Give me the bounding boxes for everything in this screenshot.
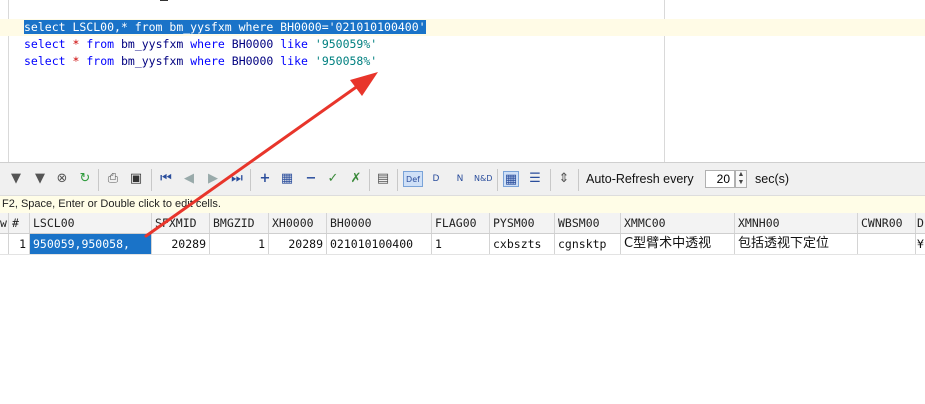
sql-token: select LSCL00,* from bm_yysfxm where BH0… (24, 20, 426, 34)
null-value-icon[interactable]: N (452, 171, 468, 187)
toolbar-separator (497, 169, 498, 191)
default-alt-icon[interactable]: D (428, 171, 444, 187)
column-header-xmmc00[interactable]: XMMC00 (621, 213, 735, 233)
grid-header-row: w # LSCL00 SFXMID BMGZID XH0000 BH0000 F… (0, 213, 925, 234)
sql-token: where (190, 54, 225, 68)
column-header-sfxmid[interactable]: SFXMID (152, 213, 210, 233)
column-header-flag00[interactable]: FLAG00 (432, 213, 490, 233)
sql-token: bm_yysfxm (114, 37, 191, 51)
column-header-xmnh00[interactable]: XMNH00 (735, 213, 858, 233)
cell-cwnr00[interactable] (858, 234, 916, 254)
sql-token: from (86, 54, 115, 68)
sql-token: like (280, 54, 308, 68)
cell-xmmc00[interactable]: C型臂术中透视 (621, 234, 735, 254)
auto-refresh-interval-input[interactable]: 20 (705, 170, 735, 188)
next-record-icon[interactable]: ▶ (205, 171, 221, 187)
toolbar-separator (151, 169, 152, 191)
auto-refresh-icon[interactable]: ⇕ (556, 171, 572, 187)
column-header-rownum[interactable]: # (9, 213, 30, 233)
sql-editor[interactable]: select LSCL00,* from bm_yysfxm where BH0… (0, 0, 925, 162)
single-record-view-icon[interactable]: ▤ (375, 171, 391, 187)
editor-top-mark (160, 0, 168, 1)
sql-token: bm_yysfxm (114, 54, 191, 68)
column-header-lscl00[interactable]: LSCL00 (30, 213, 152, 233)
cancel-edit-icon[interactable]: ✗ (348, 171, 364, 187)
toolbar-separator (250, 169, 251, 191)
cell-xmnh00[interactable]: 包括透视下定位 (735, 234, 858, 254)
toolbar-separator (578, 169, 579, 191)
default-value-icon[interactable]: Def (403, 171, 423, 187)
save-icon[interactable]: ▣ (128, 171, 144, 187)
print-icon[interactable]: ⎙ (105, 171, 121, 187)
cell-sfxmid[interactable]: 20289 (152, 234, 210, 254)
filter-icon[interactable]: ▼ (8, 171, 24, 187)
sql-line-2[interactable]: select * from bm_yysfxm where BH0000 lik… (24, 36, 377, 52)
sql-token: BH0000 (224, 37, 281, 51)
cell-pysm00[interactable]: cxbszts (490, 234, 555, 254)
cancel-icon[interactable]: ⊗ (54, 171, 70, 187)
row-number: 1 (9, 234, 30, 254)
cell-lscl00[interactable]: 950059,950058, (30, 234, 152, 254)
sql-token: like (280, 37, 308, 51)
cell-bmgzid[interactable]: 1 (210, 234, 269, 254)
sql-token: '950059%' (314, 37, 378, 51)
column-header-xh0000[interactable]: XH0000 (269, 213, 327, 233)
toolbar-separator (369, 169, 370, 191)
sql-line-1[interactable]: select LSCL00,* from bm_yysfxm where BH0… (24, 19, 426, 35)
cell-flag00[interactable]: 1 (432, 234, 490, 254)
cell-d[interactable]: ¥ (916, 234, 925, 254)
auto-refresh-unit: sec(s) (755, 172, 790, 186)
column-header-bmgzid[interactable]: BMGZID (210, 213, 269, 233)
edit-hint-bar: F2, Space, Enter or Double click to edit… (0, 196, 925, 213)
sql-token: from (86, 37, 115, 51)
grid-view-icon[interactable]: ▦ (503, 171, 519, 187)
sql-token: select (24, 54, 66, 68)
auto-refresh-spinner[interactable]: ▲ ▼ (735, 170, 747, 188)
sql-token: '950058%' (314, 54, 378, 68)
toolbar-separator (397, 169, 398, 191)
grid-toolbar: ▼ ▼ ⊗ ↻ ⎙ ▣ ⏮ ◀ ▶ ⏭ + ▦ − ✓ ✗ ▤ Def D N … (0, 162, 925, 196)
delete-record-icon[interactable]: − (303, 171, 319, 187)
column-header-bh0000[interactable]: BH0000 (327, 213, 432, 233)
sql-token: select (24, 37, 66, 51)
toolbar-separator (98, 169, 99, 191)
cell-bh0000[interactable]: 021010100400 (327, 234, 432, 254)
null-default-icon[interactable]: N&D (474, 171, 492, 187)
toolbar-separator (550, 169, 551, 191)
cell-xh0000[interactable]: 20289 (269, 234, 327, 254)
column-header-cwnr00[interactable]: CWNR00 (858, 213, 916, 233)
column-header-wbsm00[interactable]: WBSM00 (555, 213, 621, 233)
first-record-icon[interactable]: ⏮ (158, 171, 174, 187)
column-header-d[interactable]: D (916, 213, 925, 233)
table-row[interactable]: 1 950059,950058, 20289 1 20289 021010100… (0, 234, 925, 255)
sql-token: where (190, 37, 225, 51)
form-view-icon[interactable]: ☰ (527, 171, 543, 187)
row-indicator (0, 234, 9, 254)
row-indicator-header: w (0, 213, 9, 233)
insert-record-icon[interactable]: + (257, 171, 273, 187)
duplicate-record-icon[interactable]: ▦ (279, 171, 295, 187)
cell-wbsm00[interactable]: cgnsktp (555, 234, 621, 254)
refresh-icon[interactable]: ↻ (77, 171, 93, 187)
column-header-pysm00[interactable]: PYSM00 (490, 213, 555, 233)
post-edit-icon[interactable]: ✓ (325, 171, 341, 187)
prev-record-icon[interactable]: ◀ (181, 171, 197, 187)
filter-clear-icon[interactable]: ▼ (32, 171, 48, 187)
last-record-icon[interactable]: ⏭ (229, 171, 245, 187)
sql-token: BH0000 (224, 54, 281, 68)
auto-refresh-label: Auto-Refresh every (586, 172, 694, 186)
sql-line-3[interactable]: select * from bm_yysfxm where BH0000 lik… (24, 53, 377, 69)
